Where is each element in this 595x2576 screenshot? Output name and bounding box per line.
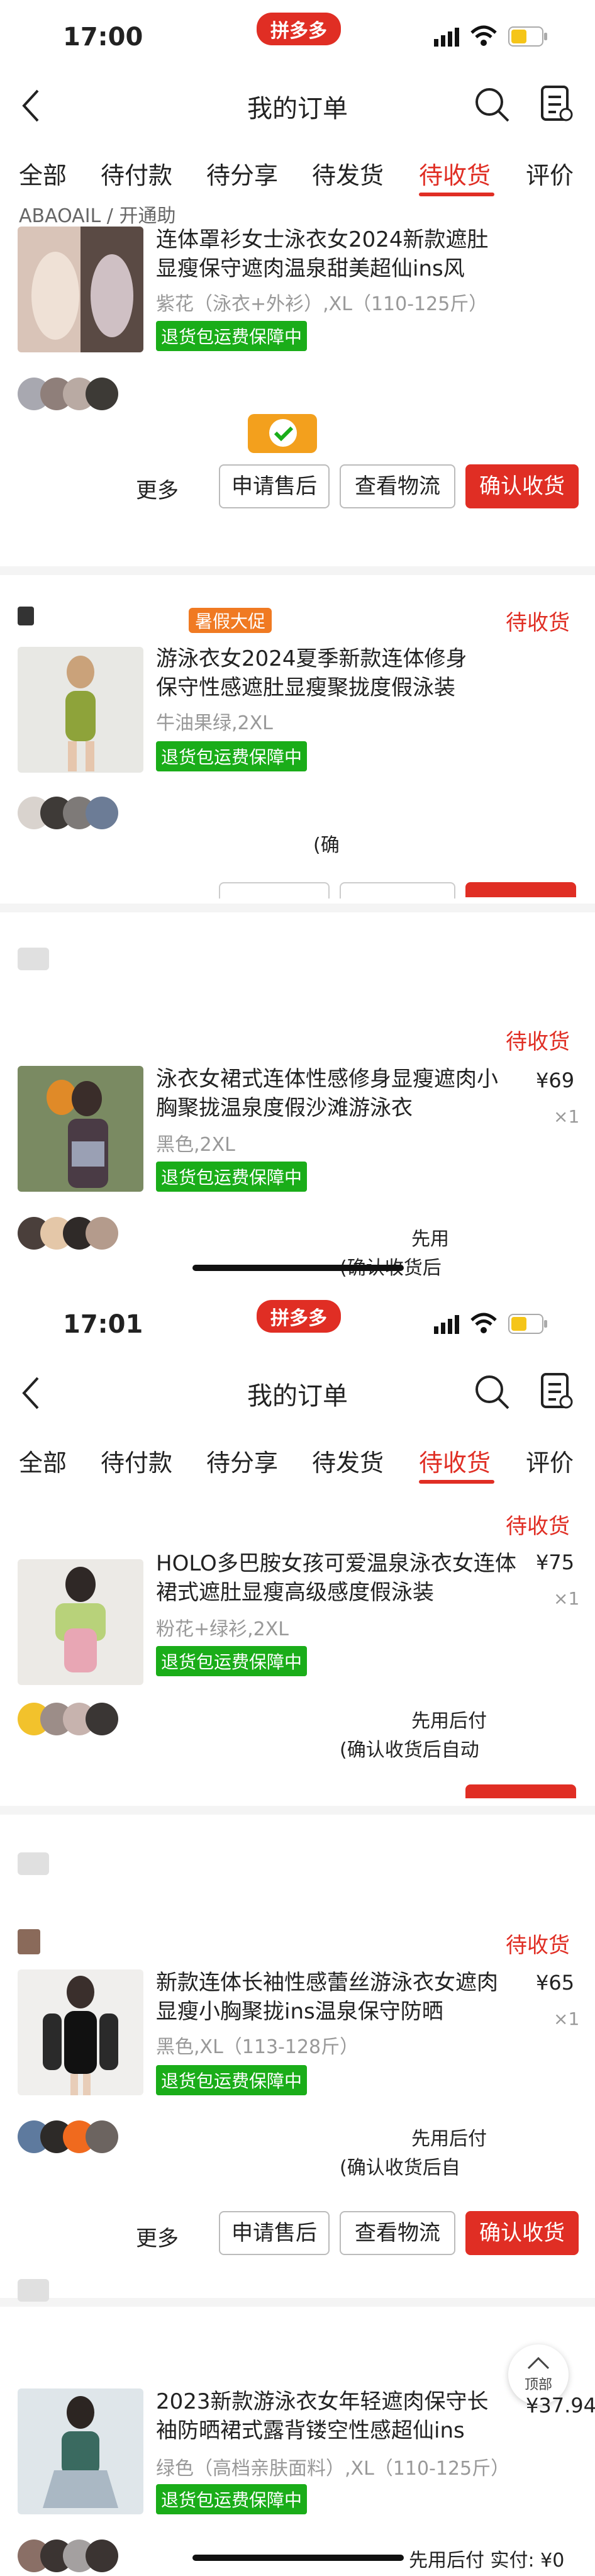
tab-all[interactable]: 全部: [19, 156, 67, 191]
store-avatar: [18, 607, 34, 625]
product-price: ¥37.94: [526, 2394, 595, 2417]
tab-pending-payment[interactable]: 待付款: [101, 1443, 172, 1478]
search-icon[interactable]: [473, 86, 511, 126]
search-icon[interactable]: [473, 1373, 511, 1413]
pay-later-note: 先用: [411, 1228, 449, 1250]
product-title[interactable]: 游泳衣女2024夏季新款连体修身保守性感遮肚显瘦聚拢度假泳装: [156, 644, 483, 702]
guarantee-badge: 退货包运费保障中: [156, 2065, 308, 2095]
product-price: ¥69: [536, 1068, 575, 1092]
status-time: 17:01: [63, 1310, 143, 1339]
order-tabs: 全部 待付款 待分享 待发货 待收货 评价: [0, 145, 595, 198]
order-list-icon[interactable]: [540, 84, 575, 126]
product-image[interactable]: [18, 2388, 143, 2514]
tab-review[interactable]: 评价: [526, 1443, 574, 1478]
pay-later-note: (确: [313, 834, 340, 856]
pay-later-note: 先用后付: [411, 2128, 487, 2150]
product-spec: 粉花+绿衫,2XL: [156, 1618, 289, 1640]
signal-icon: [434, 1314, 462, 1336]
arrow-up-icon: [527, 2356, 550, 2370]
after-sales-button-partial[interactable]: [219, 882, 330, 899]
truck-icon: [18, 2279, 49, 2302]
product-image[interactable]: [18, 1066, 143, 1192]
guarantee-badge: 退货包运费保障中: [156, 1646, 308, 1676]
product-title[interactable]: 泳衣女裙式连体性感修身显瘦遮肉小胸聚拢温泉度假沙滩游泳衣: [156, 1065, 508, 1123]
product-title[interactable]: HOLO多巴胺女孩可爱温泉泳衣女连体裙式遮肚显瘦高级感度假泳装: [156, 1549, 521, 1607]
after-sales-button[interactable]: 申请售后: [219, 464, 330, 508]
product-spec: 黑色,XL（113-128斤）: [156, 2036, 359, 2058]
tab-pending-receipt[interactable]: 待收货: [419, 1443, 491, 1478]
after-sales-button[interactable]: 申请售后: [219, 2211, 330, 2255]
guarantee-badge: 退货包运费保障中: [156, 1162, 308, 1192]
confirm-receipt-button-partial[interactable]: [465, 1784, 576, 1798]
section-divider: [0, 1806, 595, 1815]
product-spec: 黑色,2XL: [156, 1134, 235, 1156]
active-tab-indicator: [419, 193, 494, 196]
product-price: ¥65: [536, 1971, 575, 1995]
home-indicator: [192, 1265, 404, 1271]
signal-icon: [434, 26, 462, 49]
paid-amount: 先用后付 实付: ¥0: [409, 2550, 565, 2572]
tab-all[interactable]: 全部: [19, 1443, 67, 1478]
tab-pending-payment[interactable]: 待付款: [101, 156, 172, 191]
status-time: 17:00: [63, 23, 143, 52]
tab-pending-shipment[interactable]: 待发货: [312, 1443, 384, 1478]
guarantee-badge: 退货包运费保障中: [156, 741, 308, 771]
product-price: ¥75: [536, 1550, 575, 1574]
store-name[interactable]: ABAOAIL / 开通助: [19, 200, 175, 228]
product-quantity: ×1: [553, 2008, 580, 2029]
store-avatar: [18, 1929, 40, 1954]
product-spec: 牛油果绿,2XL: [156, 712, 273, 734]
section-divider: [0, 566, 595, 575]
view-logistics-button[interactable]: 查看物流: [340, 464, 455, 508]
tab-pending-share[interactable]: 待分享: [206, 1443, 278, 1478]
order-list-icon[interactable]: [540, 1372, 575, 1413]
order-status: 待收货: [506, 1933, 570, 1958]
confirm-receipt-button[interactable]: 确认收货: [465, 464, 579, 508]
battery-icon: [508, 26, 548, 49]
section-divider: [0, 2298, 595, 2307]
confirm-receipt-button-partial[interactable]: [465, 882, 576, 897]
battery-icon: [508, 1314, 548, 1336]
truck-icon: [18, 1852, 49, 1875]
order-status: 待收货: [506, 1029, 570, 1055]
tab-pending-shipment[interactable]: 待发货: [312, 156, 384, 191]
tab-pending-receipt[interactable]: 待收货: [419, 156, 491, 191]
product-title[interactable]: 新款连体长袖性感蕾丝游泳衣女遮肉显瘦小胸聚拢ins温泉保守防晒: [156, 1968, 508, 2026]
more-button[interactable]: 更多: [136, 2221, 179, 2252]
wifi-icon: [470, 25, 497, 49]
product-title[interactable]: 连体罩衫女士泳衣女2024新款遮肚显瘦保守遮肉温泉甜美超仙ins风: [156, 225, 502, 283]
brand-badge: 拼多多: [257, 1300, 341, 1333]
product-image[interactable]: [18, 647, 143, 773]
promo-tag: 暑假大促: [189, 608, 272, 633]
view-logistics-button[interactable]: 查看物流: [340, 2211, 455, 2255]
product-spec: 绿色（高档亲肤面料）,XL（110-125斤）: [156, 2458, 510, 2480]
product-image[interactable]: [18, 1969, 143, 2095]
product-title[interactable]: 2023新款游泳衣女年轻遮肉保守长袖防晒裙式露背镂空性感超仙ins: [156, 2387, 508, 2445]
confirm-receipt-button[interactable]: 确认收货: [465, 2211, 579, 2255]
product-image[interactable]: [18, 227, 143, 352]
more-button[interactable]: 更多: [136, 473, 179, 504]
order-status: 待收货: [506, 610, 570, 636]
view-logistics-button-partial[interactable]: [340, 882, 455, 899]
order-status: 待收货: [506, 1514, 570, 1539]
pay-later-detail: (确认收货后自: [340, 2157, 460, 2179]
tab-review[interactable]: 评价: [526, 156, 574, 191]
truck-icon: [18, 948, 49, 970]
guarantee-badge: 退货包运费保障中: [156, 321, 308, 351]
guarantee-badge: 退货包运费保障中: [156, 2484, 308, 2514]
product-spec: 紫花（泳衣+外衫）,XL（110-125斤）: [156, 293, 488, 315]
pay-later-note: 先用后付: [411, 1710, 487, 1732]
order-tabs: 全部 待付款 待分享 待发货 待收货 评价: [0, 1432, 595, 1485]
product-quantity: ×1: [553, 1588, 580, 1609]
wifi-icon: [470, 1313, 497, 1336]
section-divider: [0, 904, 595, 912]
brand-badge: 拼多多: [257, 13, 341, 45]
pay-later-detail: (确认收货后自动: [340, 1739, 479, 1761]
product-image[interactable]: [18, 1559, 143, 1685]
tab-pending-share[interactable]: 待分享: [206, 156, 278, 191]
home-indicator: [192, 2555, 404, 2561]
active-tab-indicator: [419, 1480, 494, 1484]
product-quantity: ×1: [553, 1106, 580, 1127]
confirm-receipt-icon: [247, 408, 341, 461]
